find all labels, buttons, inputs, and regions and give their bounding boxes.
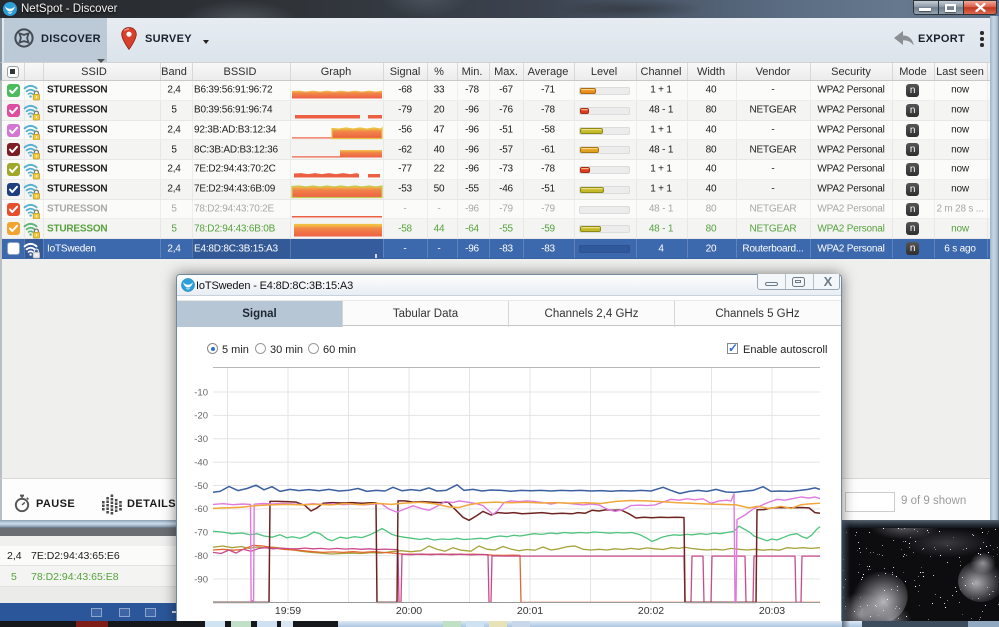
svg-text:-40: -40 [194, 457, 208, 468]
svg-text:20:03: 20:03 [759, 605, 785, 617]
svg-text:-10: -10 [194, 387, 208, 398]
svg-text:20:02: 20:02 [638, 605, 664, 617]
svg-text:-30: -30 [194, 434, 208, 445]
svg-text:20:01: 20:01 [517, 605, 543, 617]
svg-text:-50: -50 [194, 481, 208, 492]
svg-text:-80: -80 [194, 551, 208, 562]
svg-text:20:00: 20:00 [396, 605, 422, 617]
svg-text:-90: -90 [194, 574, 208, 585]
svg-text:-70: -70 [194, 528, 208, 539]
svg-text:19:59: 19:59 [275, 605, 301, 617]
svg-text:-20: -20 [194, 411, 208, 422]
svg-text:-60: -60 [194, 504, 208, 515]
